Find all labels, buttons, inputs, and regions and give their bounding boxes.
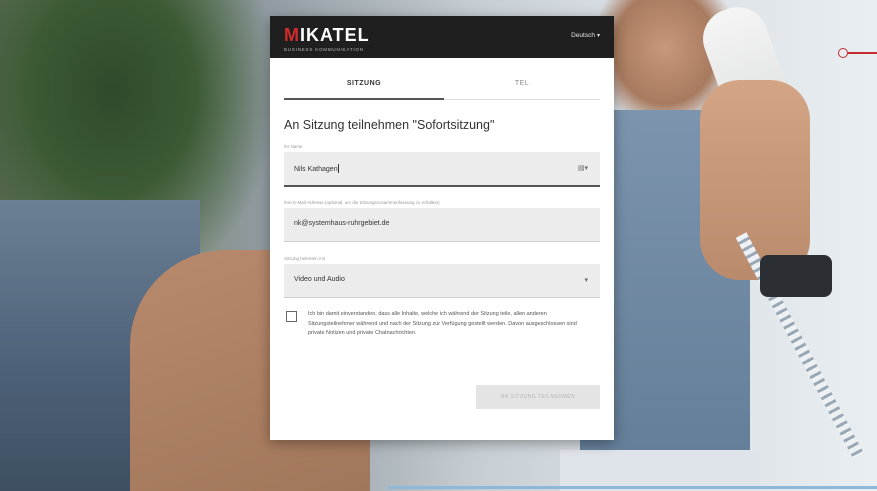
brand-prefix: M: [284, 25, 300, 45]
callout-line: [848, 52, 877, 54]
media-field: Sitzung beitreten mit Video und Audio ▾: [284, 256, 600, 298]
email-field: Ihre E-Mail-Adresse (optional, um die Si…: [284, 200, 600, 242]
chevron-down-icon: ▾: [584, 277, 588, 284]
brand-rest: IKATEL: [300, 25, 370, 45]
join-session-button[interactable]: AN SITZUNG TEILNEHMEN: [476, 385, 600, 409]
email-input-value: nk@systemhaus-ruhrgebiet.de: [294, 220, 390, 227]
contact-card-icon[interactable]: ▤▾: [578, 164, 588, 172]
dialog-header: MIKATEL BUSINESS KOMMUNIKATION Deutsch ▾: [270, 16, 614, 58]
brand-tagline: BUSINESS KOMMUNIKATION: [284, 47, 364, 52]
mikatel-logo: MIKATEL BUSINESS KOMMUNIKATION: [284, 25, 370, 52]
callout-dot-icon: [838, 48, 848, 58]
consent-checkbox[interactable]: [286, 311, 297, 322]
email-field-label: Ihre E-Mail-Adresse (optional, um die Si…: [284, 200, 440, 205]
media-select[interactable]: Video und Audio ▾: [284, 264, 600, 298]
media-select-value: Video und Audio: [294, 276, 345, 283]
consent-text: Ich bin damit einverstanden, dass alle I…: [308, 311, 577, 336]
name-field: Ihr Name Nils Kathagen ▤▾: [284, 144, 600, 187]
language-label: Deutsch: [571, 32, 595, 39]
tab-bar: SITZUNG TEL: [284, 58, 600, 102]
brand-name: MIKATEL: [284, 25, 370, 46]
tab-divider: [444, 99, 600, 100]
email-input[interactable]: nk@systemhaus-ruhrgebiet.de: [284, 208, 600, 242]
join-session-dialog: MIKATEL BUSINESS KOMMUNIKATION Deutsch ▾ …: [270, 16, 614, 440]
active-tab-indicator: [284, 98, 444, 100]
name-input-value-wrap: Nils Kathagen: [294, 164, 339, 173]
chevron-down-icon: ▾: [596, 33, 600, 39]
page-title: An Sitzung teilnehmen "Sofortsitzung": [284, 118, 495, 132]
tab-sitzung[interactable]: SITZUNG: [284, 80, 444, 87]
bottom-accent-line: [388, 486, 877, 489]
tab-tel[interactable]: TEL: [444, 80, 600, 87]
background-laptop: [560, 450, 760, 491]
language-selector[interactable]: Deutsch ▾: [571, 32, 600, 39]
callout-marker: [838, 48, 877, 58]
text-cursor: [337, 164, 339, 173]
name-input[interactable]: Nils Kathagen ▤▾: [284, 152, 600, 187]
name-field-label: Ihr Name: [284, 144, 303, 149]
name-input-value: Nils Kathagen: [294, 166, 338, 173]
media-field-label: Sitzung beitreten mit: [284, 256, 326, 261]
background-watch: [760, 255, 832, 297]
